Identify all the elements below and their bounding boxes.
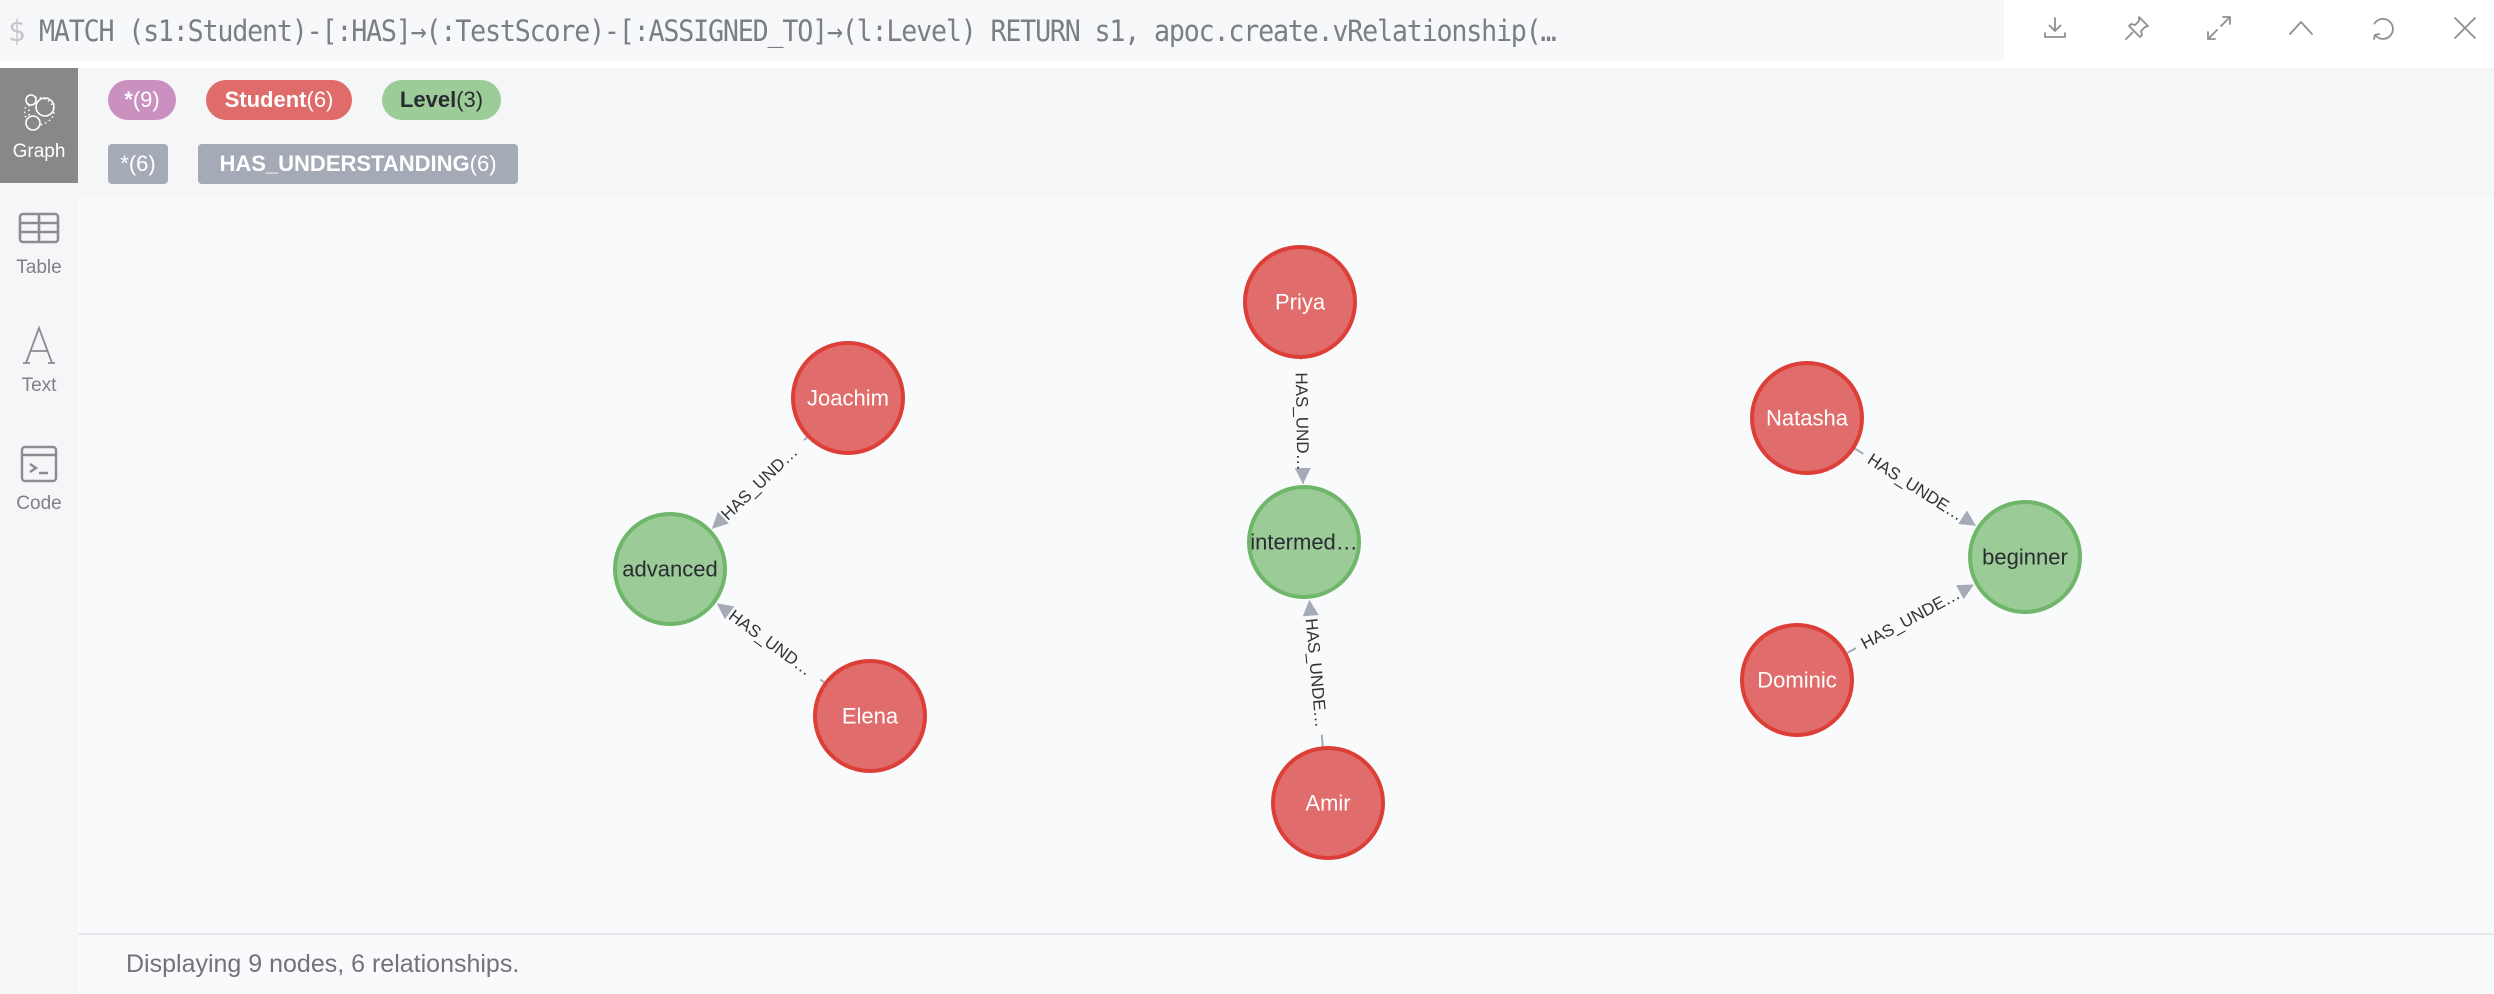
- relationship-edge[interactable]: HAS_UND…: [716, 603, 825, 684]
- edge-caption: HAS_UNDE…: [1302, 618, 1331, 729]
- relationship-edge[interactable]: HAS_UNDE…: [1846, 584, 1974, 654]
- graph-node-amir[interactable]: Amir: [1271, 746, 1385, 860]
- relationship-edge[interactable]: HAS_UND…: [1292, 358, 1313, 485]
- relationship-edge[interactable]: HAS_UND…: [711, 436, 808, 529]
- graph-node-elena[interactable]: Elena: [813, 659, 927, 773]
- node-circle: [613, 512, 727, 626]
- edge-arrowhead: [1302, 599, 1319, 617]
- node-circle: [1968, 500, 2082, 614]
- graph-node-dominic[interactable]: Dominic: [1740, 623, 1854, 737]
- edge-line: [1854, 447, 1864, 455]
- node-circle: [1247, 485, 1361, 599]
- graph-node-joachim[interactable]: Joachim: [791, 341, 905, 455]
- node-circle: [791, 341, 905, 455]
- node-circle: [1271, 746, 1385, 860]
- graph-canvas[interactable]: HAS_UND… HAS_UND… HAS_UND… HAS_UNDE… HAS_UND…: [78, 196, 2494, 934]
- node-circle: [813, 659, 927, 773]
- edge-line: [1320, 734, 1324, 747]
- edge-line: [803, 436, 808, 441]
- edge-caption: HAS_UND…: [725, 606, 815, 679]
- node-circle: [1243, 245, 1357, 359]
- graph-node-intermediate[interactable]: intermed…: [1247, 485, 1361, 599]
- edge-caption: HAS_UND…: [1292, 372, 1313, 471]
- graph-node-advanced[interactable]: advanced: [613, 512, 727, 626]
- edge-caption: HAS_UND…: [717, 442, 801, 524]
- graph-node-beginner[interactable]: beginner: [1968, 500, 2082, 614]
- graph-svg: HAS_UND… HAS_UND… HAS_UND… HAS_UNDE… HAS_UND…: [613, 245, 2082, 860]
- node-circle: [1750, 361, 1864, 475]
- graph-node-priya[interactable]: Priya: [1243, 245, 1357, 359]
- status-text: Displaying 9 nodes, 6 relationships.: [126, 950, 520, 978]
- edge-line: [1846, 647, 1857, 654]
- graph-node-natasha[interactable]: Natasha: [1750, 361, 1864, 475]
- node-circle: [1740, 623, 1854, 737]
- edge-line: [819, 678, 825, 684]
- relationship-edge[interactable]: HAS_UNDE…: [1854, 447, 1977, 526]
- edge-caption: HAS_UNDE…: [1864, 450, 1967, 525]
- status-bar: Displaying 9 nodes, 6 relationships.: [78, 935, 2494, 994]
- edge-caption: HAS_UNDE…: [1858, 584, 1963, 653]
- relationship-edge[interactable]: HAS_UNDE…: [1302, 599, 1331, 747]
